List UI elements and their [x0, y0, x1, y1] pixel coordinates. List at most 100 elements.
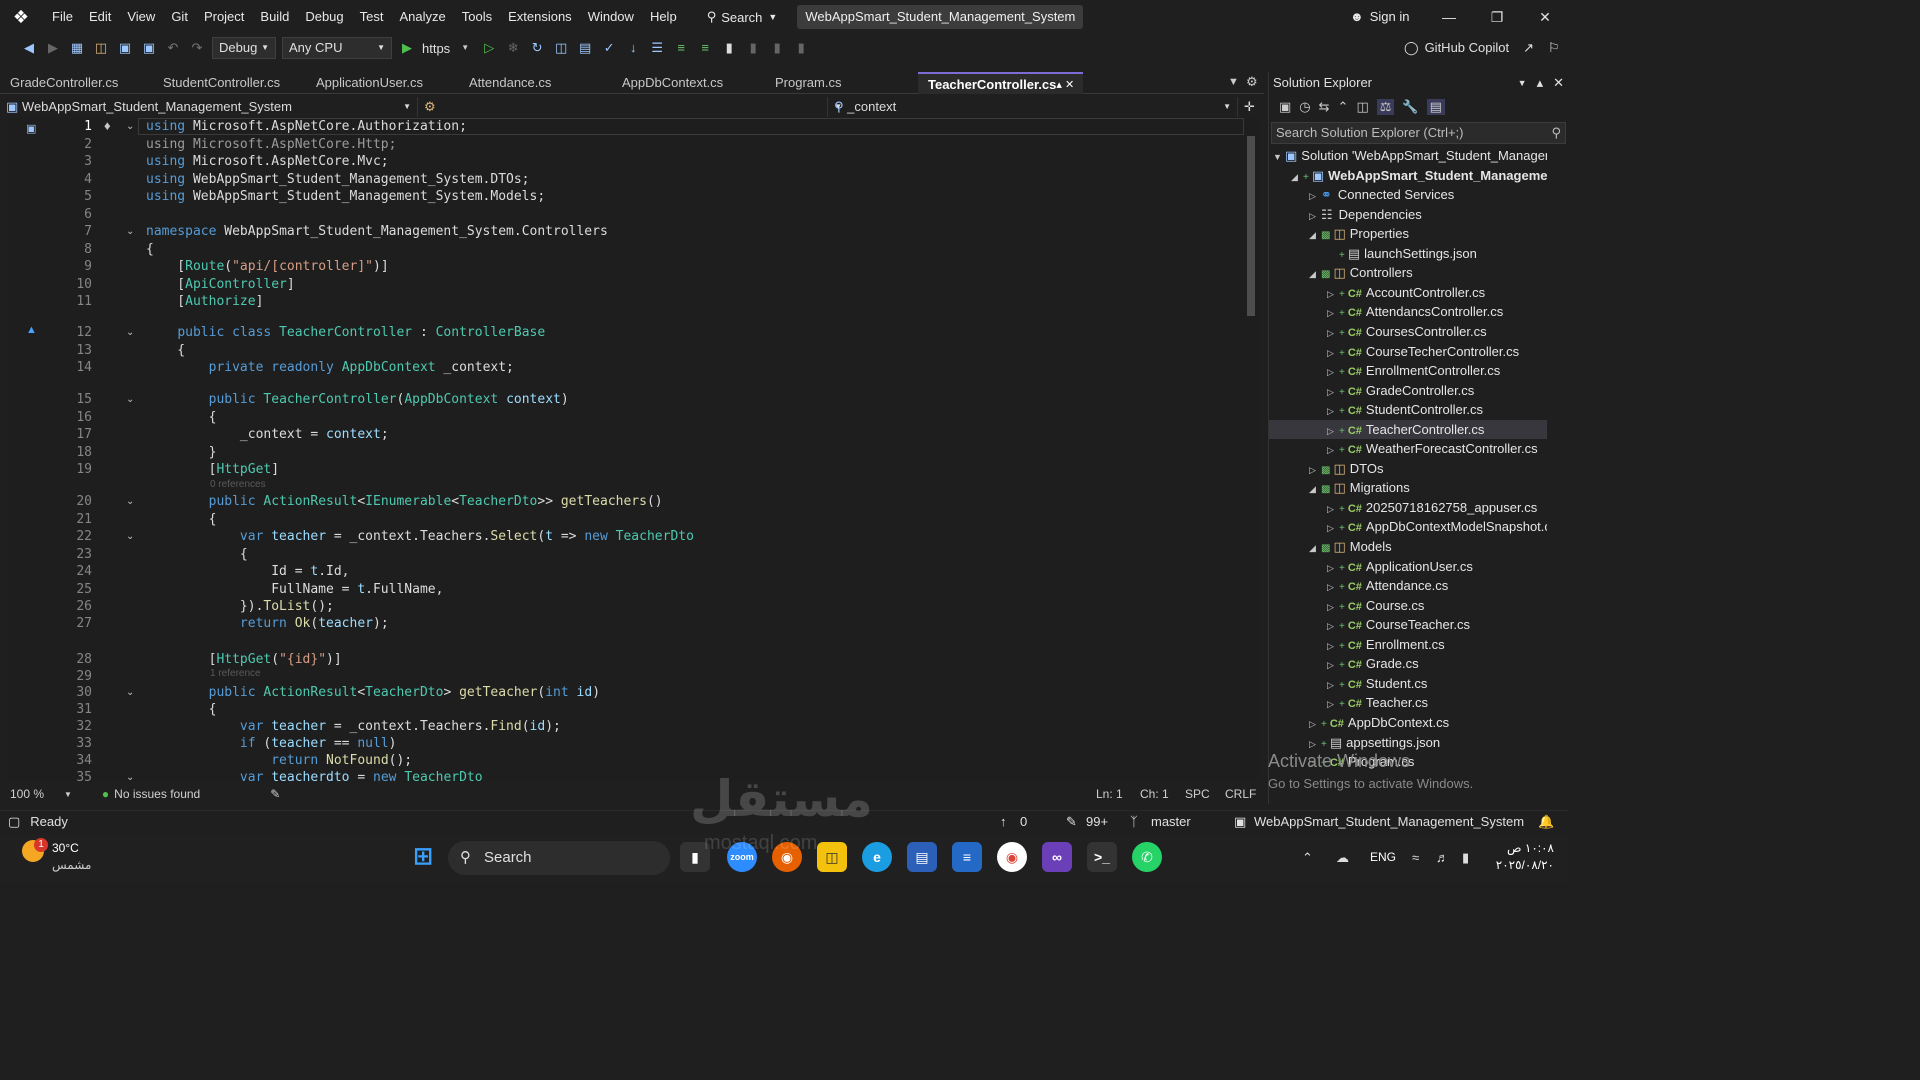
- code-line[interactable]: return Ok(teacher);: [146, 615, 389, 632]
- pencil-icon[interactable]: ✎: [1066, 814, 1077, 830]
- preview-icon[interactable]: ▤: [1426, 99, 1445, 115]
- code-line[interactable]: namespace WebAppSmart_Student_Management…: [146, 223, 608, 240]
- code-line[interactable]: public TeacherController(AppDbContext co…: [146, 391, 569, 408]
- solution-tree-item[interactable]: ▷ + C# AttendancsController.cs: [1269, 302, 1547, 322]
- expand-toggle-icon[interactable]: ▷: [1327, 559, 1339, 577]
- navigate-back-icon[interactable]: ◀: [20, 39, 38, 57]
- code-line[interactable]: FullName = t.FullName,: [146, 581, 443, 598]
- fold-toggle-icon[interactable]: ⌄: [126, 493, 138, 510]
- chevron-down-icon[interactable]: ▼: [64, 790, 72, 799]
- expand-toggle-icon[interactable]: ▷: [1327, 441, 1339, 459]
- language-indicator[interactable]: ENG: [1370, 850, 1396, 864]
- tab-applicationuser[interactable]: ApplicationUser.cs: [306, 72, 459, 94]
- pin-icon[interactable]: ▴: [1537, 72, 1544, 94]
- expand-toggle-icon[interactable]: ▷: [1309, 715, 1321, 733]
- sync-icon[interactable]: ▣: [1279, 99, 1291, 115]
- feedback-icon[interactable]: ⚐: [1548, 34, 1560, 62]
- weather-condition[interactable]: مشمس: [52, 858, 91, 872]
- new-project-icon[interactable]: ▦: [68, 39, 86, 57]
- sql-server-icon[interactable]: ≡: [952, 842, 982, 872]
- visual-studio-icon[interactable]: ∞: [1042, 842, 1072, 872]
- code-line[interactable]: {: [146, 546, 248, 563]
- filter-icon[interactable]: ⚖: [1376, 99, 1395, 115]
- properties-icon[interactable]: 🔧: [1402, 99, 1418, 115]
- code-line[interactable]: {: [146, 511, 217, 528]
- expand-toggle-icon[interactable]: ▷: [1327, 578, 1339, 596]
- solution-tree-item[interactable]: ▷ + C# WeatherForecastController.cs: [1269, 439, 1547, 459]
- member-dropdown[interactable]: ⚲ _context ▼: [828, 97, 1238, 117]
- chrome-icon[interactable]: ◉: [997, 842, 1027, 872]
- code-line[interactable]: {: [146, 409, 217, 426]
- search-button[interactable]: ⚲ Search ▼: [697, 5, 788, 29]
- expand-toggle-icon[interactable]: ◢: [1291, 168, 1303, 186]
- close-icon[interactable]: ✕: [1553, 72, 1564, 94]
- output-icon[interactable]: ▢: [8, 814, 20, 830]
- terminal-icon[interactable]: >_: [1087, 842, 1117, 872]
- expand-toggle-icon[interactable]: ◢: [1309, 480, 1321, 498]
- zoom-level[interactable]: 100 %: [10, 787, 64, 801]
- expand-toggle-icon[interactable]: ▷: [1327, 285, 1339, 303]
- solution-tree-item[interactable]: ◢ ▩ ◫ Migrations: [1269, 478, 1547, 498]
- fold-toggle-icon[interactable]: ⌄: [126, 324, 138, 341]
- line-endings[interactable]: CRLF: [1225, 787, 1256, 801]
- network-icon[interactable]: ☁: [1336, 850, 1349, 866]
- code-line[interactable]: public ActionResult<IEnumerable<TeacherD…: [146, 493, 663, 510]
- share-icon[interactable]: ↗: [1523, 34, 1534, 62]
- expand-toggle-icon[interactable]: ▷: [1327, 519, 1339, 537]
- solution-tree-item[interactable]: ▷ + C# ApplicationUser.cs: [1269, 557, 1547, 577]
- issues-status[interactable]: No issues found: [114, 787, 200, 801]
- solution-tree-item[interactable]: ◢ ▩ ◫ Models: [1269, 537, 1547, 557]
- bookmark-prev-icon[interactable]: ▮: [744, 39, 762, 57]
- minimize-button[interactable]: —: [1426, 0, 1472, 34]
- bookmark-clear-icon[interactable]: ▮: [792, 39, 810, 57]
- solution-tree-item[interactable]: ▷ + C# EnrollmentController.cs: [1269, 361, 1547, 381]
- solution-tree-item[interactable]: ▷ + C# CourseTeacher.cs: [1269, 615, 1547, 635]
- menu-view[interactable]: View: [119, 0, 163, 34]
- volume-icon[interactable]: ♬: [1436, 850, 1449, 865]
- implementation-icon[interactable]: ▲: [26, 324, 37, 336]
- expand-toggle-icon[interactable]: ▷: [1309, 461, 1321, 479]
- browse-icon[interactable]: ◫: [552, 39, 570, 57]
- expand-toggle-icon[interactable]: ▷: [1309, 207, 1321, 225]
- settings-icon[interactable]: ⚙: [1246, 74, 1258, 90]
- code-line[interactable]: {: [146, 241, 154, 258]
- fold-toggle-icon[interactable]: ⌄: [126, 223, 138, 240]
- error-count[interactable]: 0: [1020, 814, 1027, 829]
- repo-name[interactable]: WebAppSmart_Student_Management_System: [1254, 814, 1524, 829]
- branch-name[interactable]: master: [1151, 814, 1191, 829]
- clock-date[interactable]: ٢٠٢٥/٠٨/٢٠: [1494, 858, 1554, 872]
- solution-tree-item[interactable]: ◢ ▩ ◫ Properties: [1269, 224, 1547, 244]
- code-line[interactable]: _context = context;: [146, 426, 389, 443]
- solution-tree-item[interactable]: ▷ ☷ Dependencies: [1269, 205, 1547, 225]
- code-editor[interactable]: 1 ⌄ 2 3 4 5 6 7 ⌄ 8 9 10 11 12 ⌄ 13 14 15 ⌄ 16 17 18 19 20 ⌄ 21 22…: [8, 118, 1244, 782]
- collapse-all-icon[interactable]: ⌃: [1338, 99, 1349, 115]
- expand-toggle-icon[interactable]: ▷: [1327, 422, 1339, 440]
- tab-gradecontroller[interactable]: GradeController.cs: [0, 72, 153, 94]
- show-all-files-icon[interactable]: ◫: [1356, 99, 1368, 115]
- open-folder-icon[interactable]: ◫: [92, 39, 110, 57]
- error-icon[interactable]: ↑: [1000, 814, 1007, 829]
- start-without-debug-icon[interactable]: ▷: [480, 39, 498, 57]
- code-line[interactable]: [Route("api/[controller]")]: [146, 258, 388, 275]
- expand-toggle-icon[interactable]: ▷: [1327, 676, 1339, 694]
- fold-toggle-icon[interactable]: ⌄: [126, 528, 138, 545]
- tab-list-dropdown-icon[interactable]: ▼: [1228, 76, 1239, 88]
- code-line[interactable]: var teacher = _context.Teachers.Select(t…: [146, 528, 694, 545]
- code-lens-references[interactable]: 1 reference: [210, 668, 261, 680]
- project-dropdown[interactable]: ▣ WebAppSmart_Student_Management_System …: [0, 97, 418, 117]
- split-editor-icon[interactable]: ✛: [1244, 99, 1255, 115]
- menu-analyze[interactable]: Analyze: [391, 0, 453, 34]
- undo-icon[interactable]: ↶: [164, 39, 182, 57]
- code-line[interactable]: if (teacher == null): [146, 735, 397, 752]
- solution-tree-item[interactable]: ▷ ⚭ Connected Services: [1269, 185, 1547, 205]
- solution-tree-item[interactable]: ▷ + C# Enrollment.cs: [1269, 635, 1547, 655]
- changes-count[interactable]: 99+: [1086, 814, 1108, 829]
- menu-git[interactable]: Git: [163, 0, 196, 34]
- chevron-down-icon[interactable]: ▼: [456, 39, 474, 57]
- save-icon[interactable]: ▣: [116, 39, 134, 57]
- history-icon[interactable]: ◷: [1299, 99, 1310, 115]
- solution-tree-item[interactable]: ▷ + C# GradeController.cs: [1269, 381, 1547, 401]
- code-lens-references[interactable]: 0 references: [210, 479, 266, 491]
- spacing-mode[interactable]: SPC: [1185, 787, 1210, 801]
- expand-toggle-icon[interactable]: ▷: [1327, 344, 1339, 362]
